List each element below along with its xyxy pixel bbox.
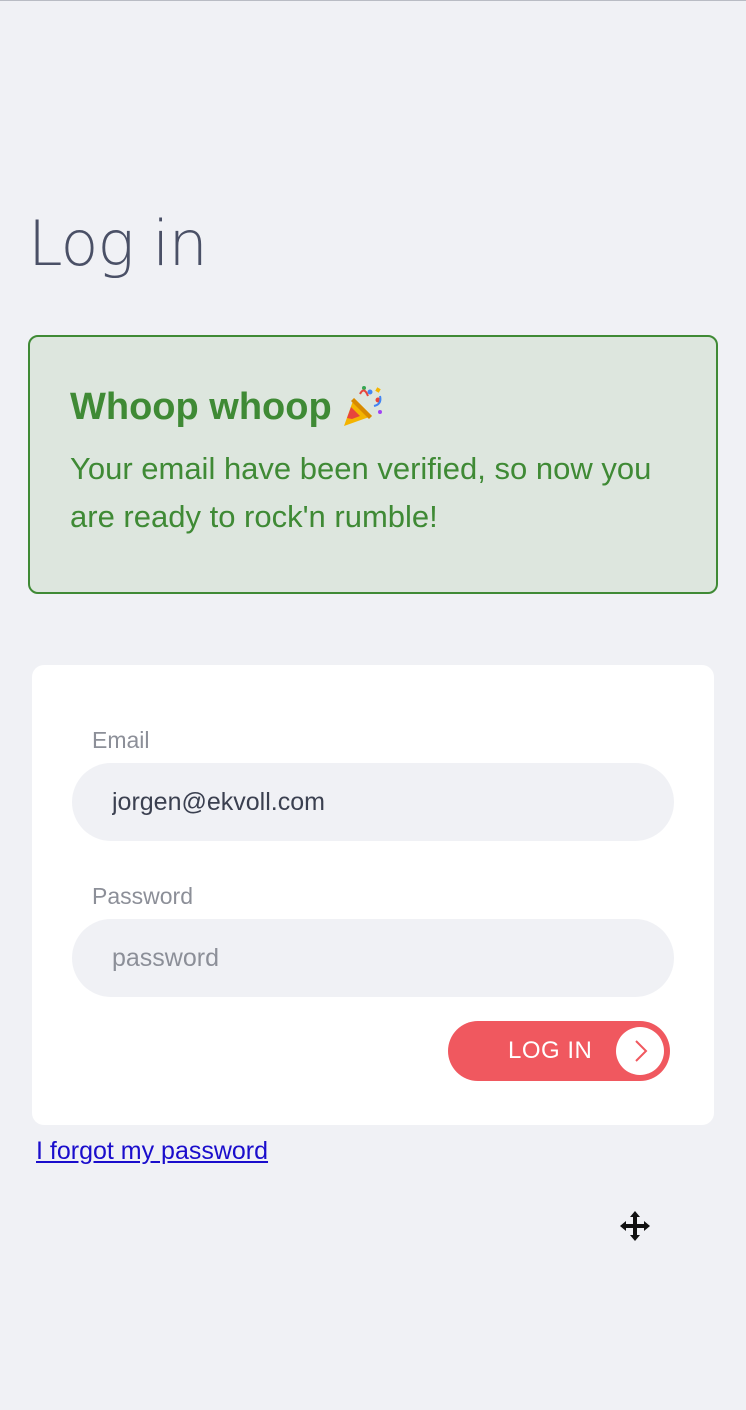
password-field[interactable] — [72, 919, 674, 997]
party-popper-icon — [340, 384, 386, 430]
page-title: Log in — [28, 207, 208, 280]
chevron-right-icon — [616, 1027, 664, 1075]
login-page: Log in Whoop whoop Your email have been … — [0, 0, 746, 1410]
email-field[interactable] — [72, 763, 674, 841]
login-form: Email Password LOG IN — [32, 665, 714, 1125]
login-button-label: LOG IN — [508, 1037, 593, 1064]
forgot-password-link[interactable]: I forgot my password — [36, 1137, 268, 1166]
move-cursor-icon — [620, 1211, 650, 1241]
login-button[interactable]: LOG IN — [448, 1021, 670, 1081]
alert-message: Your email have been verified, so now yo… — [70, 451, 652, 534]
success-alert: Whoop whoop Your email have been verifie… — [28, 335, 718, 594]
alert-heading: Whoop whoop — [70, 383, 676, 431]
email-label: Email — [92, 727, 150, 753]
password-label: Password — [92, 883, 193, 909]
alert-heading-text: Whoop whoop — [70, 386, 332, 428]
